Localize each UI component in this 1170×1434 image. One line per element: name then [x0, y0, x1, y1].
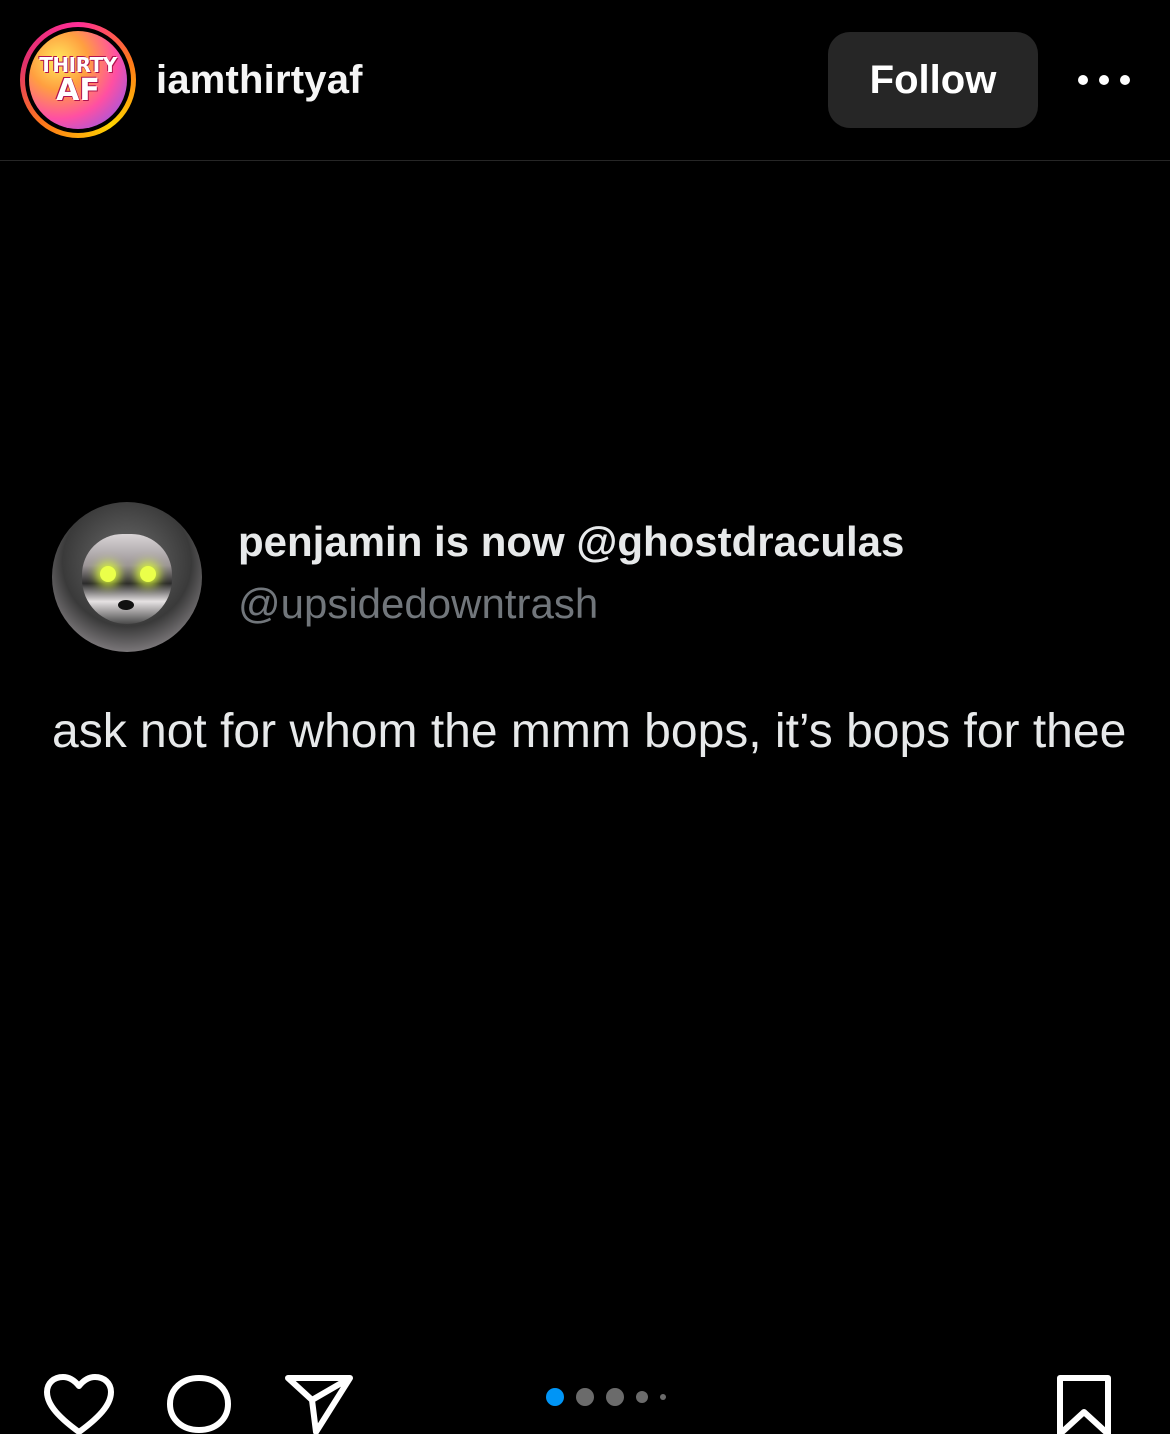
- bookmark-icon[interactable]: [1056, 1374, 1112, 1434]
- follow-button[interactable]: Follow: [828, 32, 1038, 128]
- tweet-text: ask not for whom the mmm bops, it’s bops…: [52, 705, 1127, 758]
- carousel-dot-active: [546, 1388, 564, 1406]
- raccoon-eye: [140, 566, 156, 582]
- carousel-dot: [636, 1391, 648, 1403]
- avatar-gap: THIRTY AF: [25, 27, 131, 133]
- username-link[interactable]: iamthirtyaf: [156, 56, 363, 104]
- post-header: THIRTY AF iamthirtyaf Follow: [0, 0, 1170, 161]
- carousel-indicator: [546, 1388, 666, 1406]
- raccoon-eye: [100, 566, 116, 582]
- more-dot: [1078, 75, 1088, 85]
- raccoon-nose: [118, 600, 134, 610]
- more-dot: [1099, 75, 1109, 85]
- avatar-logo-image: THIRTY AF: [29, 31, 127, 129]
- raccoon-face: [82, 534, 172, 624]
- carousel-dot: [606, 1388, 624, 1406]
- more-dot: [1120, 75, 1130, 85]
- more-horizontal-icon[interactable]: [1078, 70, 1130, 90]
- tweet-author-avatar: [52, 502, 202, 652]
- tweet-handle: @upsidedowntrash: [238, 580, 599, 627]
- tweet-display-name: penjamin is now @ghostdraculas: [238, 518, 905, 565]
- profile-avatar[interactable]: THIRTY AF: [20, 22, 136, 138]
- comment-icon[interactable]: [166, 1374, 232, 1434]
- avatar-logo-text-bottom: AF: [56, 73, 100, 108]
- carousel-dot: [576, 1388, 594, 1406]
- heart-icon[interactable]: [44, 1374, 114, 1434]
- share-icon[interactable]: [284, 1374, 354, 1434]
- post-action-bar: [0, 1360, 1170, 1434]
- carousel-dot: [660, 1394, 666, 1400]
